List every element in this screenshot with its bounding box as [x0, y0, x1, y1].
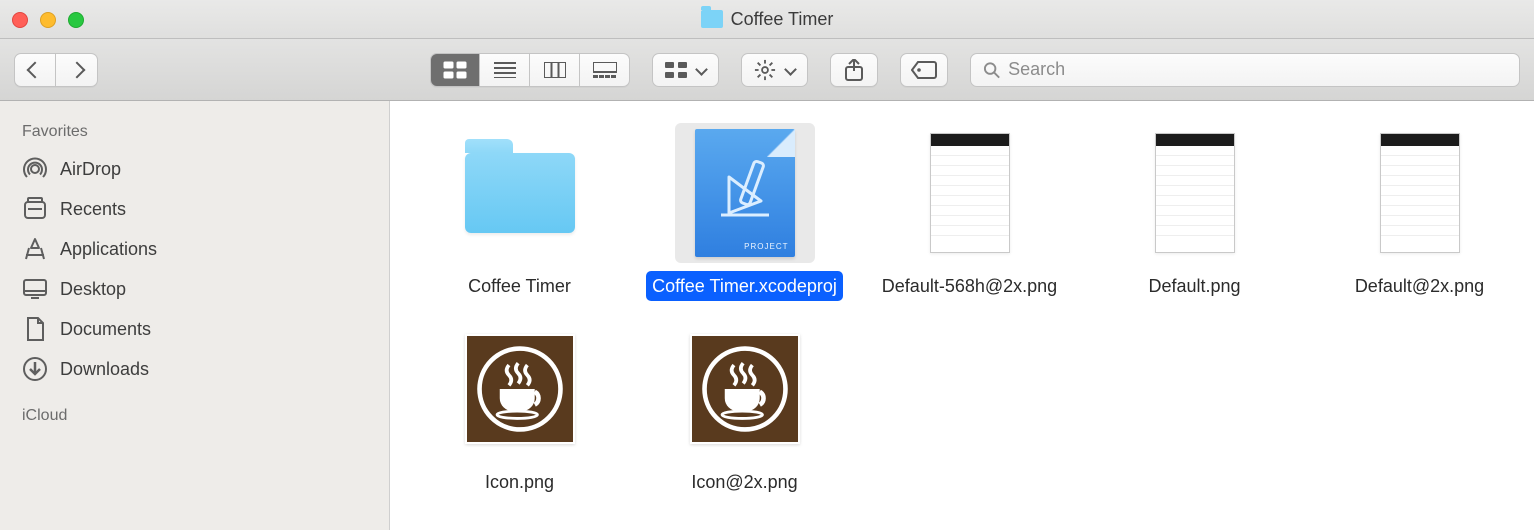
desktop-icon [22, 276, 48, 302]
sidebar-item-label: Recents [60, 199, 126, 220]
view-gallery-button[interactable] [580, 53, 630, 87]
nav-back-button[interactable] [14, 53, 56, 87]
file-item-xcodeproj[interactable]: PROJECT Coffee Timer.xcodeproj [637, 119, 852, 301]
close-window-button[interactable] [12, 12, 28, 28]
sidebar-section-favorites: Favorites [0, 123, 389, 141]
sidebar-item-label: Documents [60, 319, 151, 340]
search-icon [983, 61, 1000, 79]
documents-icon [22, 316, 48, 342]
coffee-icon [465, 334, 575, 444]
folder-icon [465, 153, 575, 233]
file-item-png[interactable]: Icon@2x.png [637, 315, 852, 497]
window-title: Coffee Timer [0, 9, 1534, 30]
icon-view-icon [443, 61, 467, 79]
search-input[interactable] [1008, 59, 1507, 80]
chevron-down-icon [784, 63, 797, 76]
action-dropdown[interactable] [741, 53, 808, 87]
file-item-png[interactable]: Default@2x.png [1312, 119, 1527, 301]
toolbar [0, 39, 1534, 101]
file-thumb [450, 319, 590, 459]
gear-icon [754, 59, 776, 81]
sidebar-item-documents[interactable]: Documents [0, 309, 389, 349]
sidebar-item-label: Downloads [60, 359, 149, 380]
file-thumb: PROJECT [675, 123, 815, 263]
recents-icon [22, 196, 48, 222]
body: Favorites AirDrop Recents [0, 101, 1534, 530]
share-icon [845, 59, 863, 81]
tags-button[interactable] [900, 53, 948, 87]
sidebar-item-airdrop[interactable]: AirDrop [0, 149, 389, 189]
sidebar-section-icloud: iCloud [0, 407, 389, 425]
file-item-folder[interactable]: Coffee Timer [412, 119, 627, 301]
chevron-down-icon [695, 63, 708, 76]
file-name: Default.png [1142, 271, 1246, 301]
file-name: Coffee Timer.xcodeproj [646, 271, 843, 301]
folder-icon [701, 10, 723, 28]
file-thumb [450, 123, 590, 263]
nav-forward-button[interactable] [56, 53, 98, 87]
group-by-dropdown[interactable] [652, 53, 719, 87]
titlebar: Coffee Timer [0, 0, 1534, 39]
minimize-window-button[interactable] [40, 12, 56, 28]
file-name: Icon@2x.png [685, 467, 803, 497]
file-name: Default@2x.png [1349, 271, 1490, 301]
view-list-button[interactable] [480, 53, 530, 87]
xcode-doc-label: PROJECT [744, 242, 788, 251]
column-view-icon [544, 62, 566, 78]
file-item-png[interactable]: Icon.png [412, 315, 627, 497]
sidebar: Favorites AirDrop Recents [0, 101, 390, 530]
list-view-icon [494, 62, 516, 78]
file-grid: Coffee Timer PROJECT Coffee Timer.xcodep… [412, 119, 1512, 498]
sidebar-item-applications[interactable]: Applications [0, 229, 389, 269]
chevron-left-icon [27, 61, 44, 78]
sidebar-item-downloads[interactable]: Downloads [0, 349, 389, 389]
tag-icon [911, 61, 937, 79]
view-columns-button[interactable] [530, 53, 580, 87]
file-thumb [900, 123, 1040, 263]
sidebar-item-recents[interactable]: Recents [0, 189, 389, 229]
view-mode-group [430, 53, 630, 87]
downloads-icon [22, 356, 48, 382]
airdrop-icon [22, 156, 48, 182]
file-grid-area[interactable]: Coffee Timer PROJECT Coffee Timer.xcodep… [390, 101, 1534, 530]
zoom-window-button[interactable] [68, 12, 84, 28]
share-button[interactable] [830, 53, 878, 87]
view-icon-button[interactable] [430, 53, 480, 87]
file-name: Coffee Timer [462, 271, 577, 301]
file-thumb [1350, 123, 1490, 263]
group-icon [665, 62, 687, 78]
nav-group [14, 53, 98, 87]
xcodeproj-icon: PROJECT [695, 129, 795, 257]
file-name: Default-568h@2x.png [876, 271, 1063, 301]
sidebar-item-label: AirDrop [60, 159, 121, 180]
png-icon [930, 133, 1010, 253]
sidebar-item-label: Applications [60, 239, 157, 260]
sidebar-item-desktop[interactable]: Desktop [0, 269, 389, 309]
window-title-text: Coffee Timer [731, 9, 834, 30]
png-icon [1380, 133, 1460, 253]
file-item-png[interactable]: Default-568h@2x.png [862, 119, 1077, 301]
coffee-icon [690, 334, 800, 444]
file-item-png[interactable]: Default.png [1087, 119, 1302, 301]
file-name: Icon.png [479, 467, 560, 497]
file-thumb [675, 319, 815, 459]
gallery-view-icon [593, 62, 617, 78]
file-thumb [1125, 123, 1265, 263]
window-controls [12, 12, 84, 28]
png-icon [1155, 133, 1235, 253]
sidebar-item-label: Desktop [60, 279, 126, 300]
chevron-right-icon [68, 61, 85, 78]
search-field[interactable] [970, 53, 1520, 87]
applications-icon [22, 236, 48, 262]
